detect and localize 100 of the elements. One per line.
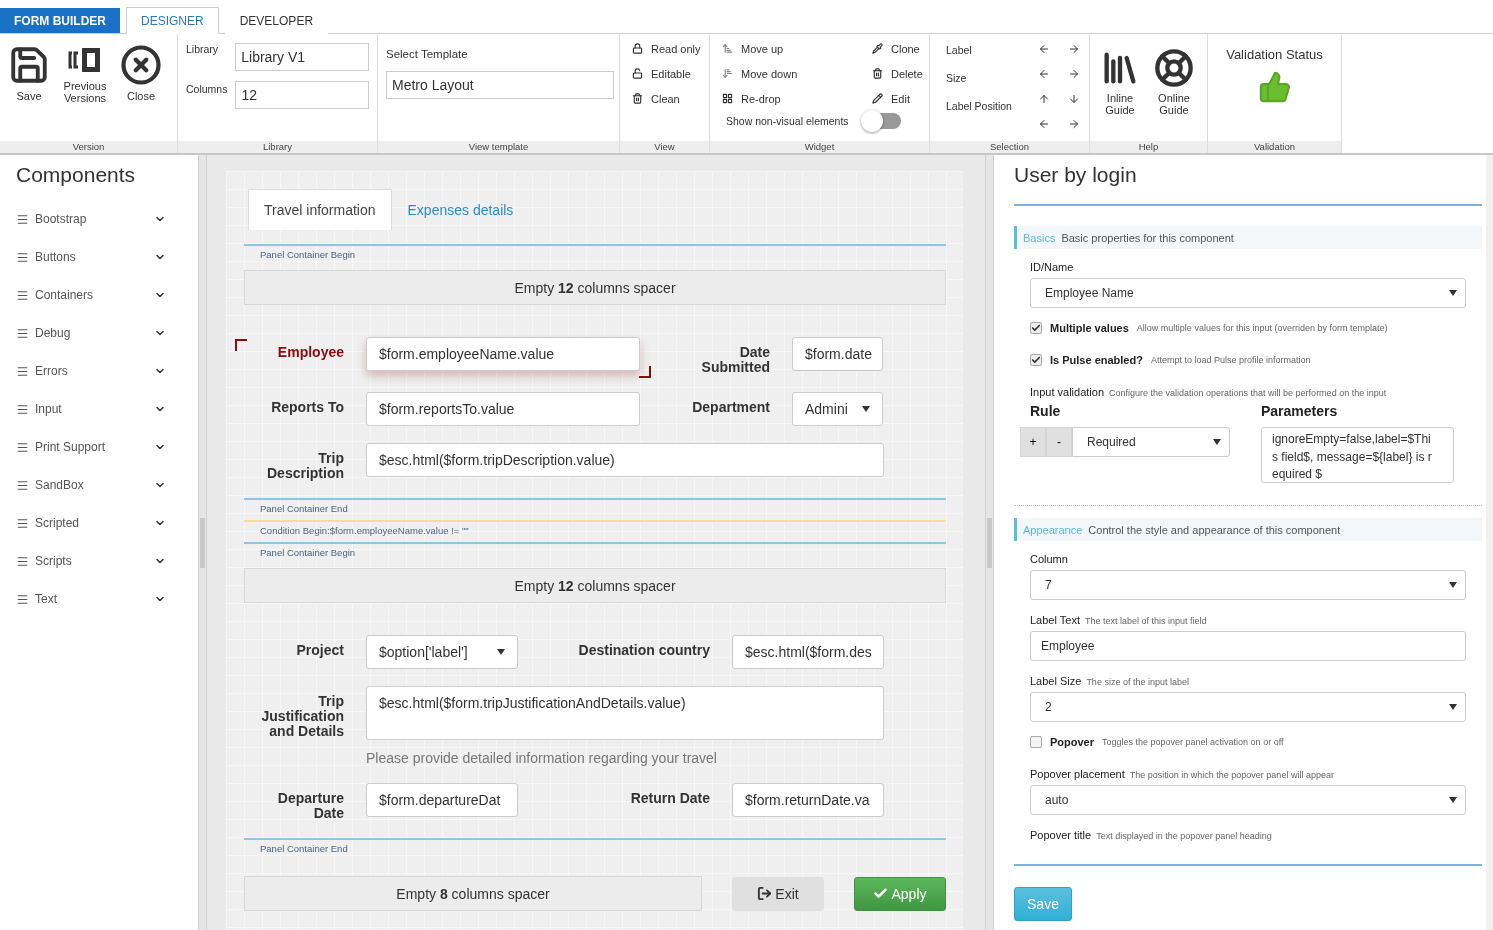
arrow-down-icon[interactable]: [1068, 92, 1080, 105]
field-label: Department: [691, 398, 770, 415]
selection-corner: [235, 339, 247, 351]
sidebar-item[interactable]: Text: [16, 580, 166, 618]
menu-icon: [16, 592, 29, 606]
select-field[interactable]: 7: [1030, 570, 1466, 600]
menu-icon: [16, 288, 29, 302]
sidebar-item[interactable]: Bootstrap: [16, 200, 166, 238]
checkbox[interactable]: [1030, 322, 1042, 334]
ribbon-button[interactable]: Save: [6, 40, 52, 141]
text-field[interactable]: $esc.html($form.des: [732, 635, 884, 669]
text-field[interactable]: Employee: [1030, 631, 1466, 661]
arrow-left-icon[interactable]: [1038, 67, 1050, 80]
trash-icon: [872, 68, 883, 79]
remove-button[interactable]: -: [1046, 427, 1072, 457]
ribbon-button[interactable]: Editable: [632, 61, 701, 86]
sidebar-item[interactable]: Print Support: [16, 428, 166, 466]
ribbon-button[interactable]: Move down: [722, 61, 872, 86]
toggle-switch[interactable]: [862, 113, 901, 129]
group-caption: Selection: [930, 141, 1089, 153]
text-field[interactable]: $form.returnDate.va: [732, 783, 884, 817]
form-tab[interactable]: Travel information: [248, 189, 392, 230]
ribbon-button[interactable]: Inline Guide: [1098, 44, 1142, 141]
property-hint: The position in which the popover panel will appear: [1129, 770, 1334, 780]
menu-icon: [16, 250, 29, 264]
arrow-right-icon[interactable]: [1068, 42, 1080, 55]
field-label: Library: [186, 43, 220, 57]
text-field[interactable]: Library V1: [235, 43, 369, 71]
column-spacer: Empty 8 columns spacer: [244, 876, 702, 911]
property-hint: Toggles the popover panel activation on or off: [1102, 737, 1284, 747]
help-text: Please provide detailed information regarding your travel: [366, 750, 718, 766]
arrow-left-icon[interactable]: [1038, 117, 1050, 130]
field-label: Employee: [244, 337, 344, 360]
validation-title: Validation Status: [1226, 47, 1323, 62]
menu-icon: [16, 212, 29, 226]
group-caption: View: [620, 141, 709, 153]
property-label: Popover: [1050, 736, 1094, 748]
sidebar-item[interactable]: Debug: [16, 314, 166, 352]
select-field[interactable]: auto: [1030, 785, 1466, 815]
property-hint: Configure the validation operations that will be performed on the input: [1109, 388, 1387, 398]
select-field[interactable]: $option['label']: [366, 635, 518, 669]
selection-label: Label Position: [946, 100, 1012, 112]
property-label: Multiple values: [1050, 322, 1129, 334]
field-label: Trip Justification and Details: [260, 692, 344, 739]
sidebar-item[interactable]: Errors: [16, 352, 166, 390]
sidebar-item[interactable]: SandBox: [16, 466, 166, 504]
lock-icon: [632, 43, 643, 54]
arrow-up-icon[interactable]: [1038, 92, 1050, 105]
sidebar-item[interactable]: Buttons: [16, 238, 166, 276]
section-title: Appearance: [1023, 523, 1083, 536]
scrollbar[interactable]: [1486, 155, 1493, 930]
ribbon-button[interactable]: Close: [118, 40, 164, 141]
sidebar-item[interactable]: Scripted: [16, 504, 166, 542]
property-hint: The size of the input label: [1086, 677, 1189, 687]
text-field[interactable]: $form.employeeName.value: [366, 337, 640, 371]
menu-icon: [16, 516, 29, 530]
ribbon-button[interactable]: Online Guide: [1152, 44, 1196, 141]
top-tab[interactable]: DESIGNER: [126, 7, 219, 34]
text-field[interactable]: $form.date: [792, 337, 883, 371]
sidebar-item[interactable]: Containers: [16, 276, 166, 314]
checkbox[interactable]: [1030, 736, 1042, 748]
group-caption: View template: [378, 141, 619, 153]
add-button[interactable]: +: [1020, 427, 1046, 457]
ribbon-button[interactable]: Move up: [722, 36, 872, 61]
text-area[interactable]: $esc.html($form.tripJustificationAndDetails.value): [366, 686, 884, 740]
arrow-right-icon[interactable]: [1068, 67, 1080, 80]
ribbon-button[interactable]: Previous Versions: [58, 40, 112, 141]
template-field[interactable]: Metro Layout: [386, 71, 614, 99]
checkbox[interactable]: [1030, 354, 1042, 366]
arrow-right-icon[interactable]: [1068, 117, 1080, 130]
text-area[interactable]: ignoreEmpty=false,label=$This field$, message=${label} is required $: [1261, 427, 1454, 483]
menu-icon: [16, 554, 29, 568]
select-field[interactable]: Admini: [792, 392, 883, 426]
exit-button[interactable]: Exit: [732, 876, 824, 911]
check-icon: [1031, 355, 1041, 365]
column-spacer: Empty 12 columns spacer: [244, 270, 946, 305]
arrow-left-icon[interactable]: [1038, 42, 1050, 55]
select-field[interactable]: Required: [1072, 427, 1230, 457]
app-title: FORM BUILDER: [0, 8, 120, 33]
select-field[interactable]: Employee Name: [1030, 278, 1466, 308]
select-field[interactable]: 2: [1030, 692, 1466, 722]
thumbs-up-icon: [1257, 70, 1292, 104]
ribbon-button[interactable]: Read only: [632, 36, 701, 61]
check-icon: [873, 886, 889, 901]
property-label: Popover placement: [1030, 768, 1125, 780]
ribbon-button[interactable]: Re-drop: [722, 86, 872, 111]
field-label: Trip Description: [266, 449, 344, 481]
exit-icon: [757, 886, 773, 901]
ribbon-button[interactable]: Delete: [872, 61, 932, 86]
sidebar-item[interactable]: Scripts: [16, 542, 166, 580]
ribbon-button[interactable]: Clone: [872, 36, 932, 61]
text-field[interactable]: $esc.html($form.tripDescription.value): [366, 443, 884, 477]
text-field[interactable]: $form.departureDat: [366, 783, 518, 817]
text-field[interactable]: $form.reportsTo.value: [366, 392, 640, 426]
sidebar-item[interactable]: Input: [16, 390, 166, 428]
marker-label: Condition Begin:$form.employeeName.value != "": [259, 524, 470, 536]
ribbon-button[interactable]: Clean: [632, 86, 701, 111]
property-hint: Text displayed in the popover panel heading: [1096, 831, 1272, 841]
ribbon-button[interactable]: Edit: [872, 86, 932, 111]
text-field[interactable]: 12: [235, 81, 369, 109]
